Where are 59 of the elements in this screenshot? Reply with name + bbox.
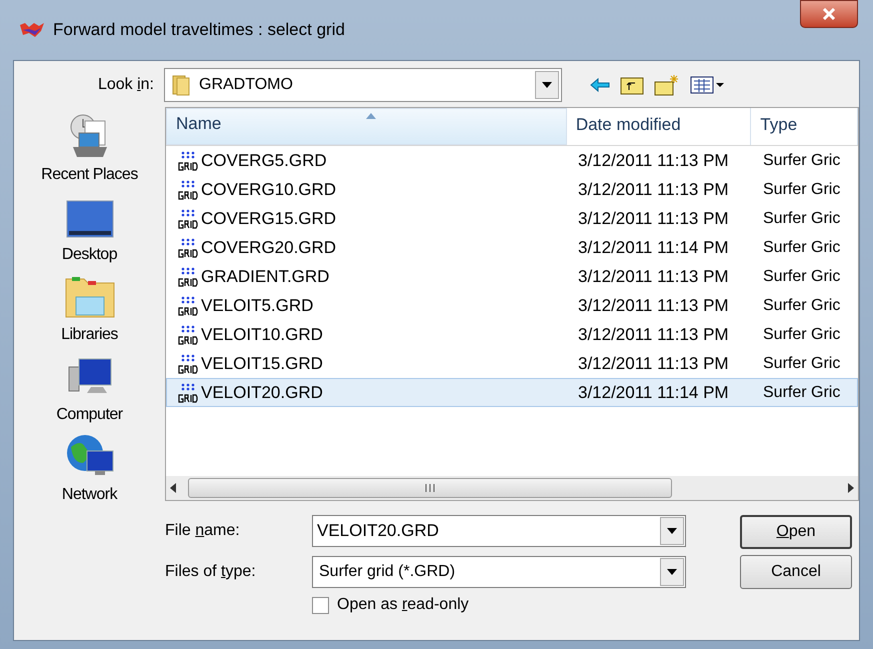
file-type-dropdown[interactable]: Surfer grid (*.GRD) <box>312 556 686 588</box>
close-icon <box>822 8 836 20</box>
dialog-button[interactable]: Open <box>740 515 852 549</box>
dropdown-arrow-button[interactable] <box>660 517 684 545</box>
up-folder-icon[interactable] <box>620 75 644 95</box>
scroll-right-icon[interactable] <box>846 483 854 493</box>
folder-icon <box>171 74 191 96</box>
file-name-label: File name: <box>165 521 241 541</box>
file-row[interactable]: VELOIT5.GRD 3/12/2011 11:13 PM Surfer Gric <box>166 291 858 320</box>
desktop-icon <box>66 199 114 239</box>
column-header[interactable]: Date modified <box>566 108 752 145</box>
grid-file-icon <box>177 236 199 258</box>
window-title: Forward model traveltimes : select grid <box>53 19 345 42</box>
look-in-dropdown[interactable]: GRADTOMO <box>164 68 562 102</box>
grid-file-icon <box>177 352 199 374</box>
caret-icon <box>667 569 677 575</box>
dialog-button[interactable]: Cancel <box>740 555 852 589</box>
file-row[interactable]: COVERG5.GRD 3/12/2011 11:13 PM Surfer Gric <box>166 146 858 175</box>
file-row[interactable]: COVERG10.GRD 3/12/2011 11:13 PM Surfer Gric <box>166 175 858 204</box>
place-item[interactable]: Recent Places <box>20 113 160 193</box>
read-only-checkbox[interactable] <box>312 596 329 614</box>
place-item[interactable]: Desktop <box>20 193 160 273</box>
file-row[interactable]: COVERG20.GRD 3/12/2011 11:14 PM Surfer Gric <box>166 233 858 262</box>
file-row[interactable]: VELOIT10.GRD 3/12/2011 11:13 PM Surfer Gric <box>166 320 858 349</box>
grip-icon <box>425 484 435 492</box>
column-header[interactable]: Type <box>751 108 858 145</box>
sort-arrow-icon <box>366 113 376 119</box>
dropdown-arrow-button[interactable] <box>660 558 684 586</box>
read-only-label: Open as read-only <box>337 595 469 615</box>
file-name-field[interactable]: VELOIT20.GRD <box>312 515 686 547</box>
grid-file-icon <box>177 178 199 200</box>
file-row[interactable]: VELOIT20.GRD 3/12/2011 11:14 PM Surfer Gric <box>166 378 858 407</box>
file-type-label: Files of type: <box>165 562 257 582</box>
caret-icon <box>667 528 677 534</box>
column-header[interactable]: Name <box>166 108 567 145</box>
place-item[interactable]: Network <box>20 433 160 513</box>
place-item[interactable]: Libraries <box>20 273 160 353</box>
horizontal-scrollbar[interactable] <box>166 476 858 500</box>
app-logo-icon <box>19 21 45 39</box>
scroll-left-icon[interactable] <box>170 483 178 493</box>
file-row[interactable]: VELOIT15.GRD 3/12/2011 11:13 PM Surfer Gric <box>166 349 858 378</box>
back-arrow-icon[interactable] <box>590 77 610 93</box>
file-row[interactable]: GRADIENT.GRD 3/12/2011 11:13 PM Surfer Gric <box>166 262 858 291</box>
grid-file-icon <box>177 294 199 316</box>
grid-file-icon <box>177 208 199 230</box>
grid-file-icon <box>177 150 199 172</box>
grid-file-icon <box>177 266 199 288</box>
new-folder-icon[interactable] <box>654 74 680 96</box>
look-in-value: GRADTOMO <box>199 75 294 95</box>
grid-file-icon <box>177 382 199 404</box>
place-item[interactable]: Computer <box>20 353 160 433</box>
grid-file-icon <box>177 324 199 346</box>
close-button[interactable] <box>800 0 858 28</box>
caret-icon <box>542 82 552 88</box>
view-menu-icon[interactable] <box>690 75 726 95</box>
look-in-label: Look in: <box>96 75 155 95</box>
dropdown-arrow-button[interactable] <box>535 71 559 99</box>
file-row[interactable]: COVERG15.GRD 3/12/2011 11:13 PM Surfer Gric <box>166 204 858 233</box>
scrollbar-thumb[interactable] <box>188 478 672 498</box>
